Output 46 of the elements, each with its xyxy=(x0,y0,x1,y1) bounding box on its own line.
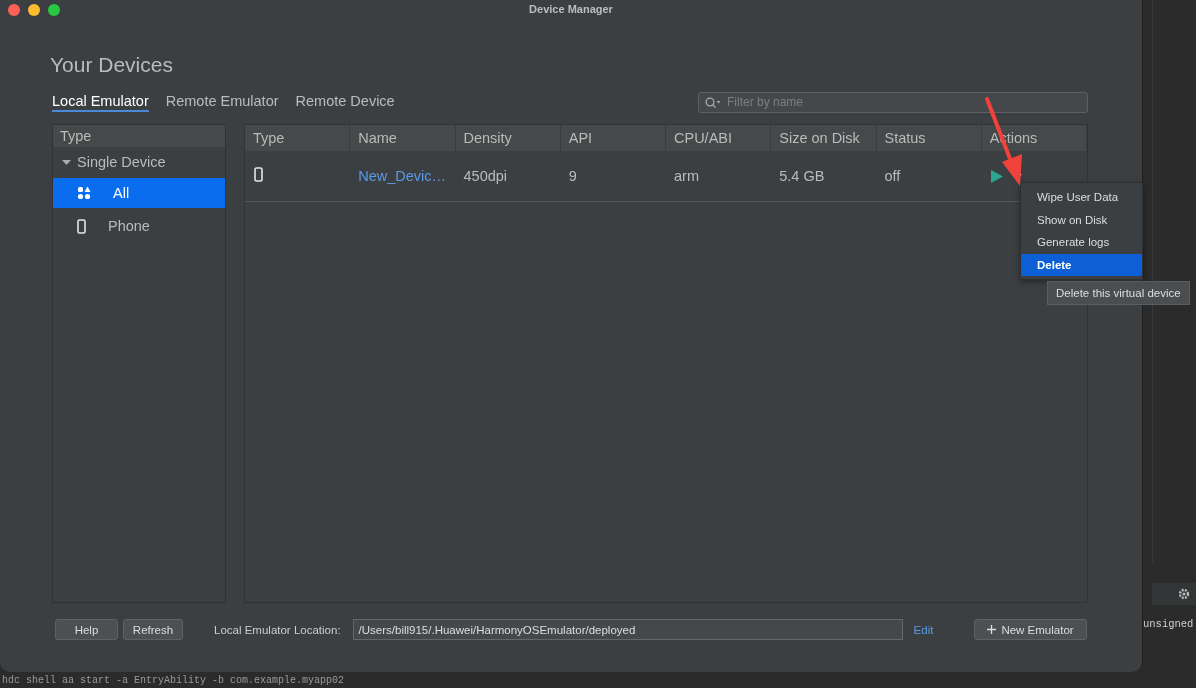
grid-icon xyxy=(77,186,91,200)
column-header[interactable]: Status xyxy=(876,125,982,151)
sidebar-item[interactable]: All xyxy=(53,178,225,208)
column-header[interactable]: API xyxy=(560,125,666,151)
tab[interactable]: Remote Emulator xyxy=(165,92,279,112)
column-header[interactable]: Name xyxy=(350,125,456,151)
panel-header: Type xyxy=(53,125,225,147)
plus-icon xyxy=(987,625,997,634)
footer-button[interactable]: Refresh xyxy=(123,619,183,640)
tab[interactable]: Remote Device xyxy=(295,92,395,112)
location-field[interactable]: /Users/bill915/.Huawei/HarmonyOSEmulator/deployed xyxy=(352,619,903,640)
footer-button[interactable]: Help xyxy=(55,619,118,640)
collapse-icon[interactable] xyxy=(62,157,71,167)
new-emulator-button[interactable]: New Emulator xyxy=(974,619,1087,640)
terminal-line: hdc shell aa start -a EntryAbility -b com.example.myapp02 xyxy=(1,673,346,688)
column-header[interactable]: Size on Disk xyxy=(771,125,877,151)
device-name-link[interactable]: New_Devic… xyxy=(358,168,447,184)
menu-item[interactable]: Delete xyxy=(1021,253,1142,276)
sidebar-item[interactable]: Phone xyxy=(53,211,225,241)
table-cell: 5.4 GB xyxy=(779,168,825,184)
table-cell: off xyxy=(884,168,901,184)
menu-item[interactable]: Wipe User Data xyxy=(1021,186,1142,209)
close-button[interactable] xyxy=(8,4,20,16)
group-label: Single Device xyxy=(77,154,166,170)
table-cell: 9 xyxy=(568,168,577,184)
page-heading: Your Devices xyxy=(50,53,173,77)
search-field[interactable]: Filter by name xyxy=(698,91,1088,113)
column-header[interactable]: Type xyxy=(245,125,351,151)
menu-item[interactable]: Generate logs xyxy=(1021,231,1142,254)
window-title: Device Manager xyxy=(529,3,613,15)
editor-text: unsigned xyxy=(1143,618,1194,630)
field-label: Local Emulator Location: xyxy=(214,623,341,636)
table-cell: arm xyxy=(674,168,699,184)
tooltip: Delete this virtual device xyxy=(1047,281,1190,305)
phone-icon xyxy=(77,218,86,234)
table-cell: 450dpi xyxy=(463,168,508,184)
edit-link[interactable]: Edit xyxy=(913,623,934,636)
column-header[interactable]: CPU/ABI xyxy=(666,125,772,151)
phone-icon xyxy=(254,167,263,182)
minimize-button[interactable] xyxy=(28,4,40,16)
tab[interactable]: Local Emulator xyxy=(52,92,149,112)
column-header[interactable]: Density xyxy=(455,125,561,151)
search-icon xyxy=(705,96,721,109)
menu-item[interactable]: Show on Disk xyxy=(1021,208,1142,231)
zoom-button[interactable] xyxy=(48,4,60,16)
settings-icon[interactable] xyxy=(1178,588,1190,600)
